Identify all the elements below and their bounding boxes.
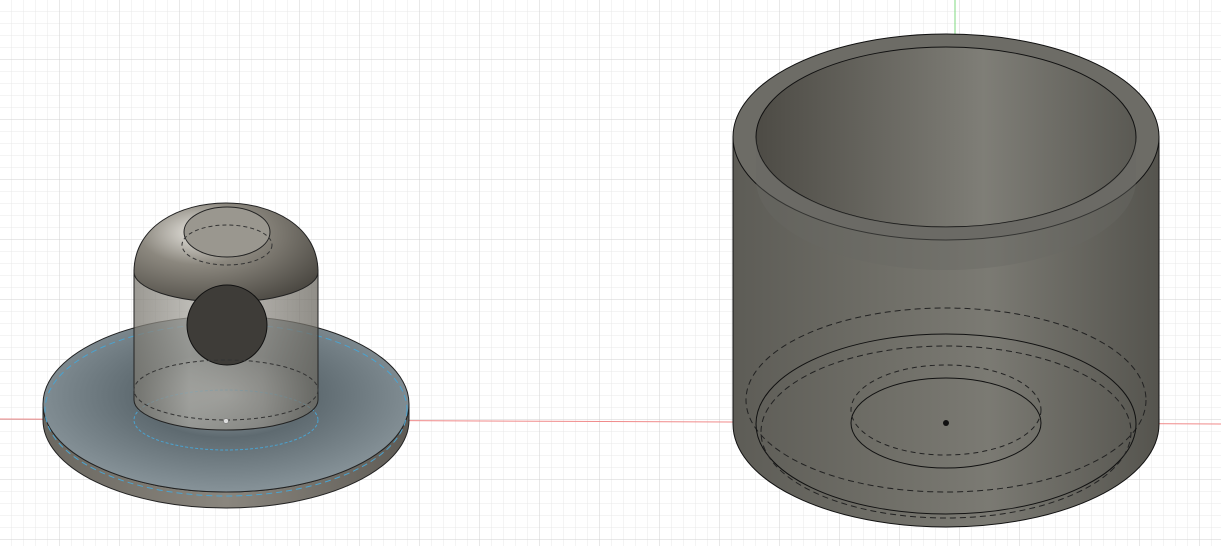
knob-top-hole: [183, 206, 271, 258]
cup-inner-wall: [755, 46, 1137, 228]
3d-viewport-canvas[interactable]: [0, 0, 1221, 546]
origin-point: [223, 418, 229, 424]
cup-body[interactable]: [732, 33, 1160, 528]
cup-origin-point: [943, 420, 949, 426]
knob-side-hole: [186, 284, 268, 366]
